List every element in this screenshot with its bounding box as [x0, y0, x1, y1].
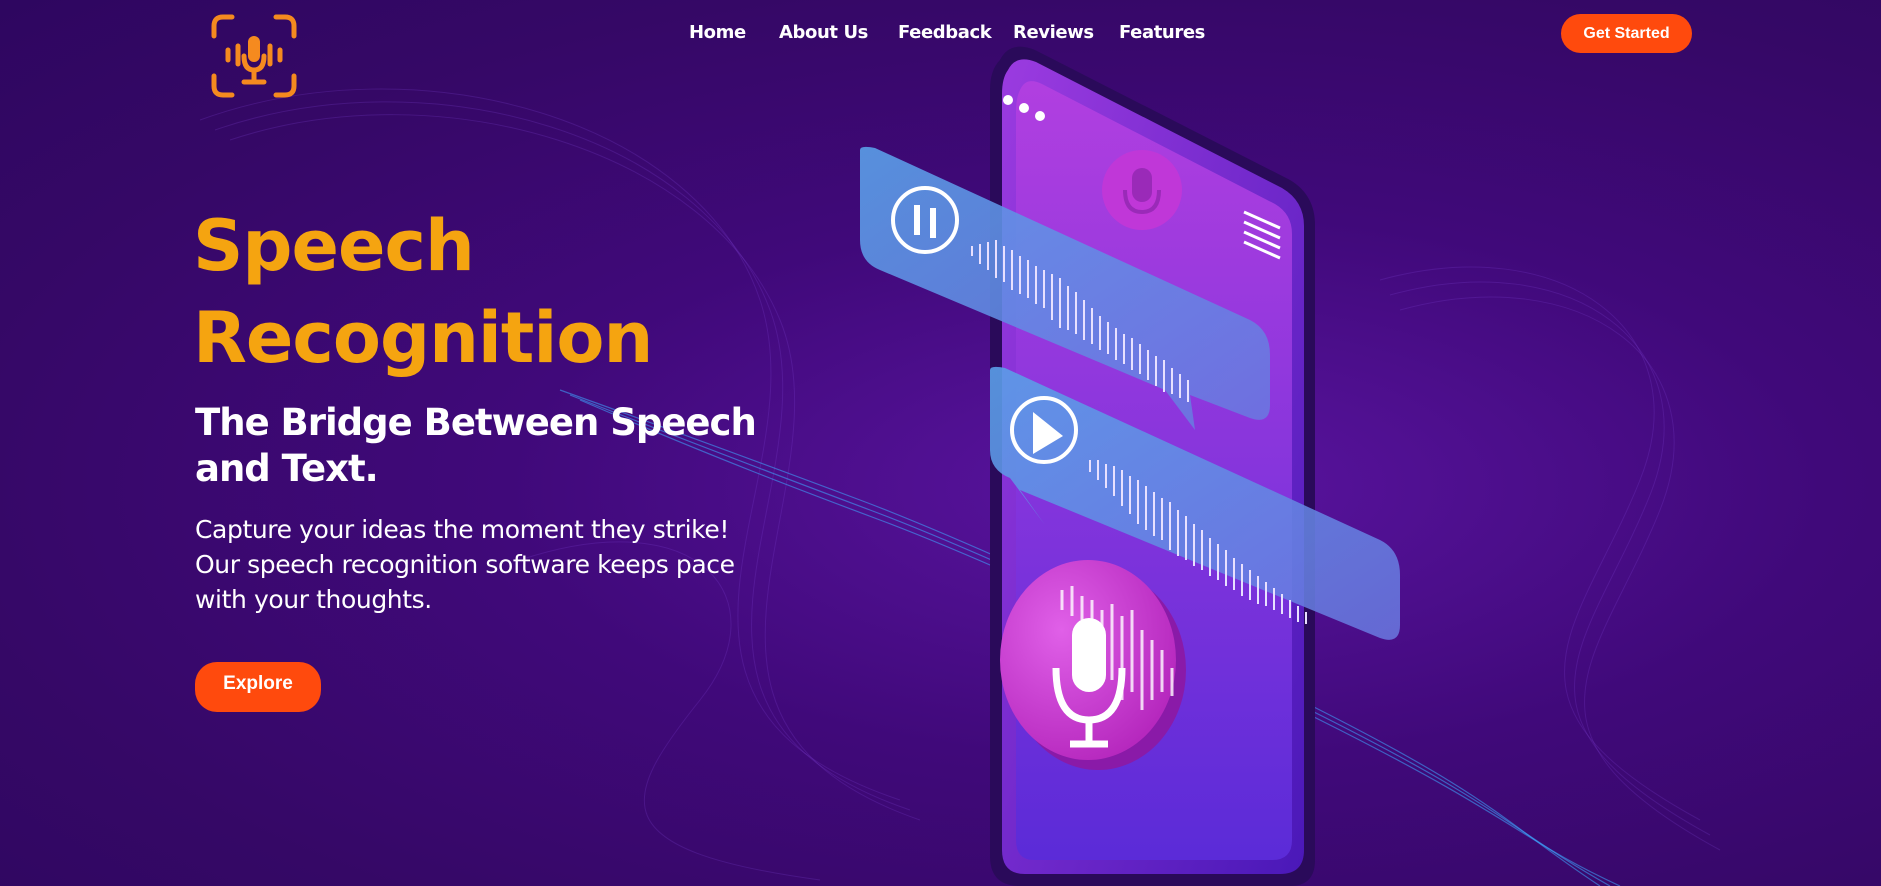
screen-microphone-icon [1102, 150, 1182, 230]
hero-title: Speech Recognition [193, 200, 653, 384]
hero-subtitle: The Bridge Between Speech and Text. [195, 401, 757, 490]
get-started-button[interactable]: Get Started [1561, 14, 1692, 53]
phone-illustration [860, 46, 1400, 886]
camera-dot [1019, 103, 1029, 113]
hero-title-line2: Recognition [193, 297, 653, 379]
hero-title-line1: Speech [193, 205, 475, 287]
explore-button[interactable]: Explore [195, 662, 321, 712]
nav-home[interactable]: Home [689, 22, 746, 43]
camera-dot [1003, 95, 1013, 105]
hero-description: Capture your ideas the moment they strik… [195, 515, 735, 614]
camera-dot [1035, 111, 1045, 121]
